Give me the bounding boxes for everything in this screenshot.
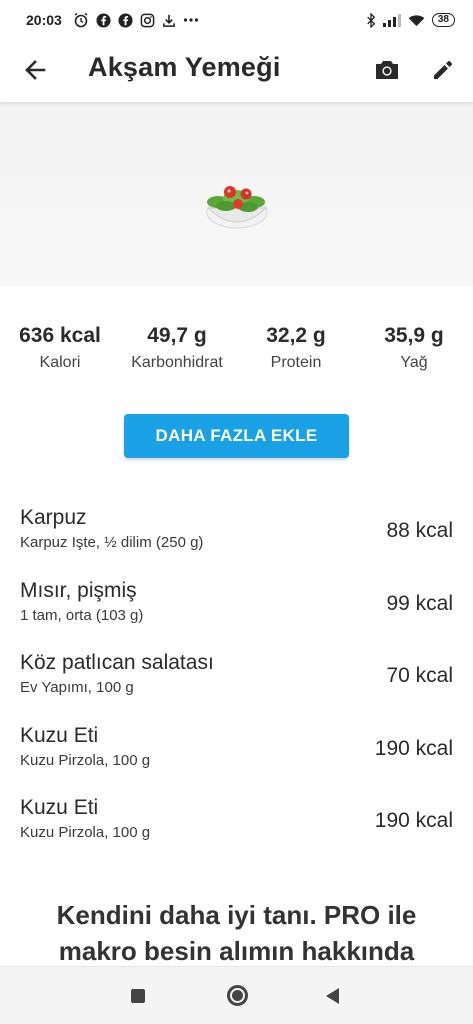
macro-label: Kalori (39, 354, 81, 371)
signal-icon (382, 13, 401, 27)
food-name: Mısır, pişmiş (20, 578, 137, 602)
list-item[interactable]: Mısır, pişmiş 1 tam, orta (103 g) 99 kca… (0, 576, 473, 649)
macro-calories: 636 kcal Kalori (8, 324, 112, 372)
camera-icon (376, 61, 398, 79)
food-portion: Kuzu Pirzola, 100 g (20, 824, 151, 841)
food-portion: Ev Yapımı, 100 g (20, 679, 134, 696)
pencil-icon (434, 60, 453, 79)
system-nav-bar (0, 966, 473, 1024)
alarm-icon (74, 12, 88, 28)
status-time: 20:03 (26, 12, 62, 28)
food-kcal: 190 kcal (374, 736, 453, 760)
list-item[interactable]: Kuzu Eti Kuzu Pirzola, 100 g 190 kcal (0, 721, 473, 794)
macro-label: Karbonhidrat (131, 354, 223, 371)
edit-button[interactable] (428, 55, 458, 85)
download-icon (162, 14, 175, 27)
battery-icon: 38 (431, 13, 455, 27)
camera-button[interactable] (372, 55, 402, 85)
macro-value: 32,2 g (266, 324, 326, 347)
macro-carbs: 49,7 g Karbonhidrat (120, 324, 234, 372)
page-title: Akşam Yemeği (88, 52, 281, 82)
facebook-icon (96, 12, 111, 28)
macro-value: 49,7 g (147, 324, 207, 347)
macro-value: 636 kcal (19, 324, 101, 347)
list-item[interactable]: Köz patlıcan salatası Ev Yapımı, 100 g 7… (0, 648, 473, 721)
list-item[interactable]: Karpuz Karpuz Işte, ½ dilim (250 g) 88 k… (0, 503, 473, 576)
salad-icon (206, 186, 267, 229)
food-kcal: 70 kcal (386, 664, 453, 687)
food-list: Karpuz Karpuz Işte, ½ dilim (250 g) 88 k… (0, 503, 473, 866)
back-arrow-icon (25, 60, 46, 80)
back-button[interactable] (20, 55, 50, 85)
pro-promo: Kendini daha iyi tanı. PRO ile makro bes… (0, 897, 473, 969)
meal-hero (0, 102, 473, 286)
nav-back-button[interactable] (326, 988, 339, 1004)
macro-label: Protein (270, 354, 322, 371)
food-portion: 1 tam, orta (103 g) (20, 606, 144, 624)
app-bar: Akşam Yemeği (0, 40, 473, 102)
macro-summary: 636 kcal Kalori 49,7 g Karbonhidrat 32,2… (0, 324, 473, 378)
home-button[interactable] (227, 985, 248, 1006)
food-kcal: 190 kcal (374, 809, 453, 832)
macro-value: 35,9 g (384, 324, 444, 347)
food-portion: Kuzu Pirzola, 100 g (20, 751, 151, 769)
food-name: Kuzu Eti (20, 796, 99, 819)
bluetooth-icon (367, 12, 376, 28)
facebook-icon (118, 12, 133, 28)
food-name: Köz patlıcan salatası (20, 651, 214, 674)
instagram-icon (140, 13, 155, 27)
macro-label: Yağ (400, 354, 428, 371)
list-item[interactable]: Kuzu Eti Kuzu Pirzola, 100 g 190 kcal (0, 793, 473, 866)
add-more-button[interactable]: DAHA FAZLA EKLE (124, 414, 349, 458)
food-kcal: 99 kcal (386, 591, 453, 615)
promo-line: Kendini daha iyi tanı. PRO ile (56, 900, 417, 930)
macro-protein: 32,2 g Protein (248, 324, 344, 372)
food-portion: Karpuz Işte, ½ dilim (250 g) (20, 534, 204, 551)
promo-line: makro besin alımın hakkında (58, 936, 415, 966)
food-kcal: 88 kcal (386, 519, 453, 542)
more-dots-icon (183, 18, 198, 22)
food-name: Karpuz (20, 506, 87, 529)
recents-button[interactable] (131, 989, 145, 1003)
macro-fat: 35,9 g Yağ (368, 324, 460, 372)
wifi-icon (408, 14, 425, 26)
status-bar: 20:03 38 (0, 0, 473, 40)
food-name: Kuzu Eti (20, 723, 99, 747)
